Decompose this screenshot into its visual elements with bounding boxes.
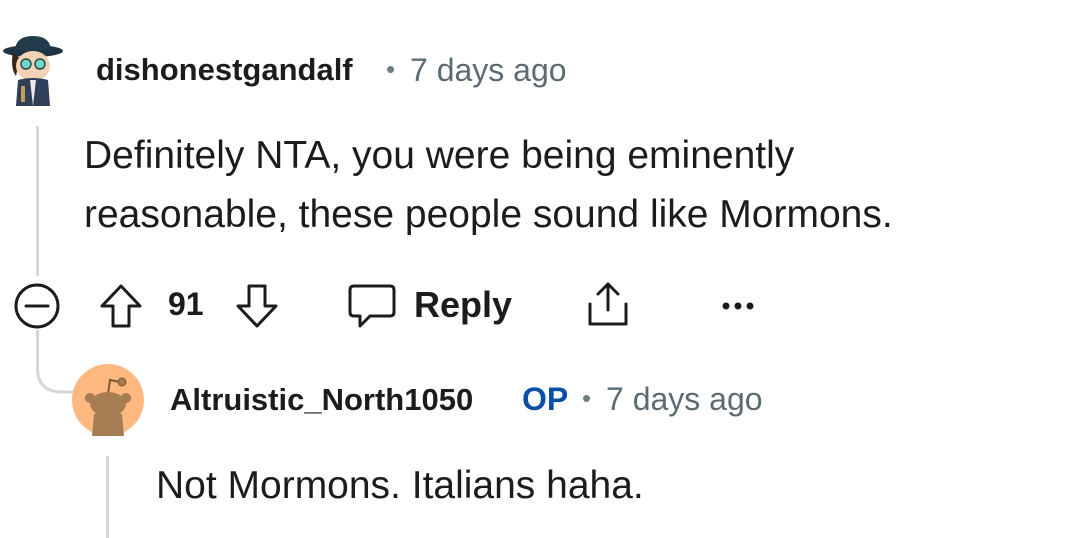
op-badge: OP (522, 381, 569, 417)
thread-line-reply (106, 456, 109, 538)
share-icon (588, 282, 628, 326)
meta-separator: • (386, 54, 396, 84)
reply-timestamp: 7 days ago (606, 381, 763, 417)
upvote-button[interactable] (98, 282, 144, 330)
upvote-arrow-icon (100, 284, 142, 328)
downvote-arrow-icon (236, 284, 278, 328)
thread-line-curve (36, 340, 76, 400)
snoo-avatar-icon (72, 364, 144, 436)
reply-label: Reply (414, 284, 513, 325)
reply-button[interactable]: Reply (346, 280, 516, 332)
share-button[interactable] (582, 280, 634, 330)
reply-user-avatar[interactable] (72, 364, 144, 436)
vote-count: 91 (168, 286, 204, 322)
collapse-thread-button[interactable] (12, 281, 62, 331)
minus-circle-icon (14, 283, 60, 329)
downvote-button[interactable] (234, 282, 280, 330)
comment-username[interactable]: dishonestgandalf (96, 52, 353, 88)
user-avatar[interactable] (0, 34, 66, 108)
more-options-button[interactable] (718, 296, 758, 316)
reply-meta-separator: • (582, 383, 592, 413)
comment-body-line-1: Definitely NTA, you were being eminently (84, 134, 795, 177)
thread-line-main (36, 126, 39, 276)
comment-timestamp: 7 days ago (410, 52, 567, 88)
more-dots-icon (722, 302, 754, 310)
comment-body-line-2: reasonable, these people sound like Morm… (84, 193, 893, 236)
comment-bubble-icon (348, 284, 396, 328)
reply-username[interactable]: Altruistic_North1050 (170, 382, 473, 418)
reply-body: Not Mormons. Italians haha. (156, 464, 644, 507)
